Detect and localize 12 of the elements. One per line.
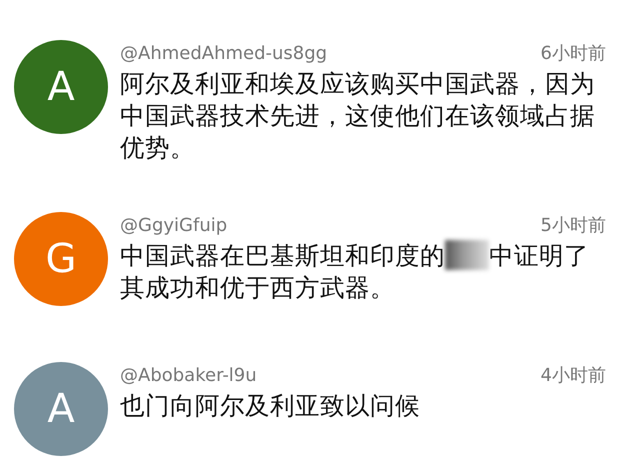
username[interactable]: @Abobaker-l9u xyxy=(120,364,257,388)
comment-text: 也门向阿尔及利亚致以问候 xyxy=(120,390,421,422)
avatar[interactable]: A xyxy=(14,362,108,456)
username[interactable]: @GgyiGfuip xyxy=(120,214,228,238)
avatar[interactable]: G xyxy=(14,212,108,306)
comment-text: 阿尔及利亚和埃及应该购买中国武器，因为中国武器技术先进，这使他们在该领域占据优势。 xyxy=(120,68,596,164)
timestamp: 4小时前 xyxy=(540,364,606,388)
timestamp: 6小时前 xyxy=(540,42,606,66)
username[interactable]: @AhmedAhmed-us8gg xyxy=(120,42,328,66)
comment-text: 中国武器在巴基斯坦和印度的 中证明了其成功和优于西方武器。 xyxy=(120,240,590,304)
timestamp: 5小时前 xyxy=(540,214,606,238)
avatar[interactable]: A xyxy=(14,40,108,134)
